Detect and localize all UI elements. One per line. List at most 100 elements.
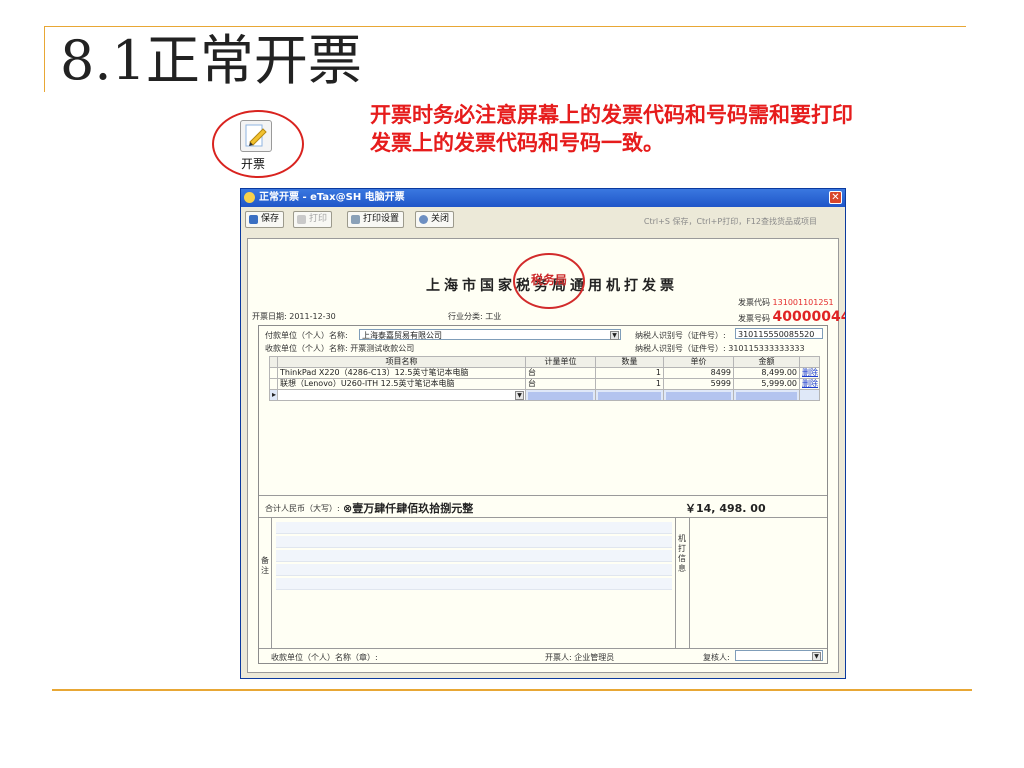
window-title: 正常开票 - eTax@SH 电脑开票 [259, 192, 405, 203]
chevron-down-icon[interactable]: ▼ [610, 331, 619, 340]
close-icon[interactable]: ✕ [829, 191, 842, 204]
invoice-form: 上海市国家税务局通用机打发票 税务局 开票日期: 2011-12-30 行业分类… [247, 238, 845, 673]
item-amount [733, 389, 800, 401]
item-name[interactable]: ThinkPad X220（4286-C13）12.5英寸笔记本电脑 [277, 367, 526, 379]
payer-value: 上海泰嘉贸易有限公司 [362, 331, 442, 340]
footer-payee-label: 收款单位（个人）名称（章）: [271, 653, 378, 662]
row-indicator [269, 378, 278, 390]
column-header: 项目名称 [277, 356, 526, 368]
divider [259, 648, 827, 649]
print-settings-button[interactable]: 打印设置 [347, 211, 405, 228]
shortcut-hint: Ctrl+S 保存，Ctrl+P打印，F12查找货品或项目 [643, 217, 817, 226]
delete-cell: 删除 [799, 367, 820, 379]
item-qty[interactable] [595, 389, 664, 401]
invoice-code-value: 131001101251 [772, 298, 834, 307]
selection-highlight [736, 391, 797, 400]
item-price[interactable]: 8499 [663, 367, 734, 379]
wrench-icon [351, 215, 360, 224]
remark-line[interactable] [276, 536, 672, 548]
close-label: 关闭 [431, 214, 450, 224]
industry-row: 行业分类: 工业 [448, 311, 501, 322]
issuer-label: 开票人: [545, 653, 572, 662]
invoice-number-label: 发票号码 [738, 314, 770, 323]
remark-line[interactable] [276, 578, 672, 590]
new-item-row[interactable]: ▸ ▼ [269, 389, 820, 401]
total-words: ⊗壹万肆仟肆佰玖拾捌元整 [343, 502, 474, 515]
column-header: 数量 [595, 356, 664, 368]
exit-icon [419, 215, 428, 224]
remark-line[interactable] [276, 522, 672, 534]
total-amount: ￥14, 498. 00 [685, 502, 766, 515]
payee-tax-row: 纳税人识别号（证件号）: 310115333333333 [635, 343, 805, 354]
payer-tax-label: 纳税人识别号（证件号）: [635, 331, 726, 340]
item-unit[interactable]: 台 [525, 367, 596, 379]
invoice-window: 正常开票 - eTax@SH 电脑开票 ✕ 保存 打印 打印设置 关闭 Ctrl… [240, 188, 846, 679]
payee-value: 开票测试收款公司 [350, 344, 415, 353]
item-unit[interactable] [525, 389, 596, 401]
row-indicator-header [269, 356, 278, 368]
slide-note-line-1: 开票时务必注意屏幕上的发票代码和号码需和要打印 [370, 103, 853, 127]
item-name-select[interactable]: ▼ [277, 389, 526, 401]
invoice-number-row: 发票号码 40000044 [738, 309, 845, 325]
window-titlebar: 正常开票 - eTax@SH 电脑开票 ✕ [241, 189, 845, 207]
delete-link[interactable]: 删除 [802, 380, 818, 389]
chevron-down-icon[interactable]: ▼ [812, 652, 821, 661]
remark-line[interactable] [276, 550, 672, 562]
item-qty[interactable]: 1 [595, 378, 664, 390]
column-header: 计量单位 [525, 356, 596, 368]
table-row[interactable]: 联想（Lenovo）U260-ITH 12.5英寸笔记本电脑 台 1 5999 … [269, 378, 820, 390]
selection-highlight [598, 391, 661, 400]
issuer-row: 开票人: 企业管理员 [545, 652, 614, 663]
industry-value: 工业 [485, 312, 502, 321]
save-label: 保存 [261, 214, 280, 224]
delete-link[interactable]: 删除 [802, 369, 818, 378]
remark-line[interactable] [276, 564, 672, 576]
divider [259, 495, 827, 496]
invoice-code-label: 发票代码 [738, 298, 770, 307]
save-button[interactable]: 保存 [245, 211, 285, 228]
slide-title: 8.1正常开票 [60, 29, 362, 92]
row-indicator [269, 367, 278, 379]
item-amount: 8,499.00 [733, 367, 800, 379]
save-icon [249, 215, 258, 224]
reviewer-select[interactable]: ▼ [735, 650, 823, 661]
slide-left-rule [44, 26, 45, 92]
item-price[interactable] [663, 389, 734, 401]
item-name[interactable]: 联想（Lenovo）U260-ITH 12.5英寸笔记本电脑 [277, 378, 526, 390]
delete-cell [799, 389, 820, 401]
slide-top-rule [44, 26, 966, 27]
payee-row: 收款单位（个人）名称: 开票测试收款公司 [265, 343, 414, 354]
tax-stamp: 税务局 [513, 253, 585, 309]
item-price[interactable]: 5999 [663, 378, 734, 390]
remark-area[interactable] [271, 518, 676, 648]
print-label: 打印 [309, 214, 328, 224]
reviewer-label: 复核人: [703, 653, 730, 662]
item-unit[interactable]: 台 [525, 378, 596, 390]
slide-note-line-2: 发票上的发票代码和号码一致。 [370, 130, 664, 155]
print-button[interactable]: 打印 [293, 211, 333, 228]
issue-invoice-icon[interactable] [240, 120, 272, 152]
chevron-down-icon[interactable]: ▼ [515, 391, 524, 400]
close-button[interactable]: 关闭 [415, 211, 455, 228]
table-header: 项目名称 计量单位 数量 单价 金额 [269, 356, 820, 368]
table-row[interactable]: ThinkPad X220（4286-C13）12.5英寸笔记本电脑 台 1 8… [269, 367, 820, 379]
action-header [799, 356, 820, 368]
total-label: 合计人民币（大写）: [265, 504, 340, 513]
delete-cell: 删除 [799, 378, 820, 390]
item-qty[interactable]: 1 [595, 367, 664, 379]
date-row: 开票日期: 2011-12-30 [252, 311, 336, 322]
divider [689, 518, 690, 648]
payer-tax-input[interactable]: 310115550085520 [735, 328, 823, 339]
payer-select[interactable]: 上海泰嘉贸易有限公司 ▼ [359, 329, 621, 340]
remark-label: 备注 [261, 556, 269, 575]
printer-icon [297, 215, 306, 224]
date-label: 开票日期: [252, 312, 287, 321]
toolbar: 保存 打印 打印设置 关闭 Ctrl+S 保存，Ctrl+P打印，F12查找货品… [241, 207, 845, 233]
industry-label: 行业分类: [448, 312, 483, 321]
payee-label: 收款单位（个人）名称: [265, 344, 348, 353]
machine-info-label: 机打信息 [678, 534, 686, 573]
payee-tax-label: 纳税人识别号（证件号）: [635, 344, 726, 353]
selection-highlight [528, 391, 593, 400]
invoice-code-row: 发票代码 131001101251 [738, 297, 834, 308]
column-header: 金额 [733, 356, 800, 368]
